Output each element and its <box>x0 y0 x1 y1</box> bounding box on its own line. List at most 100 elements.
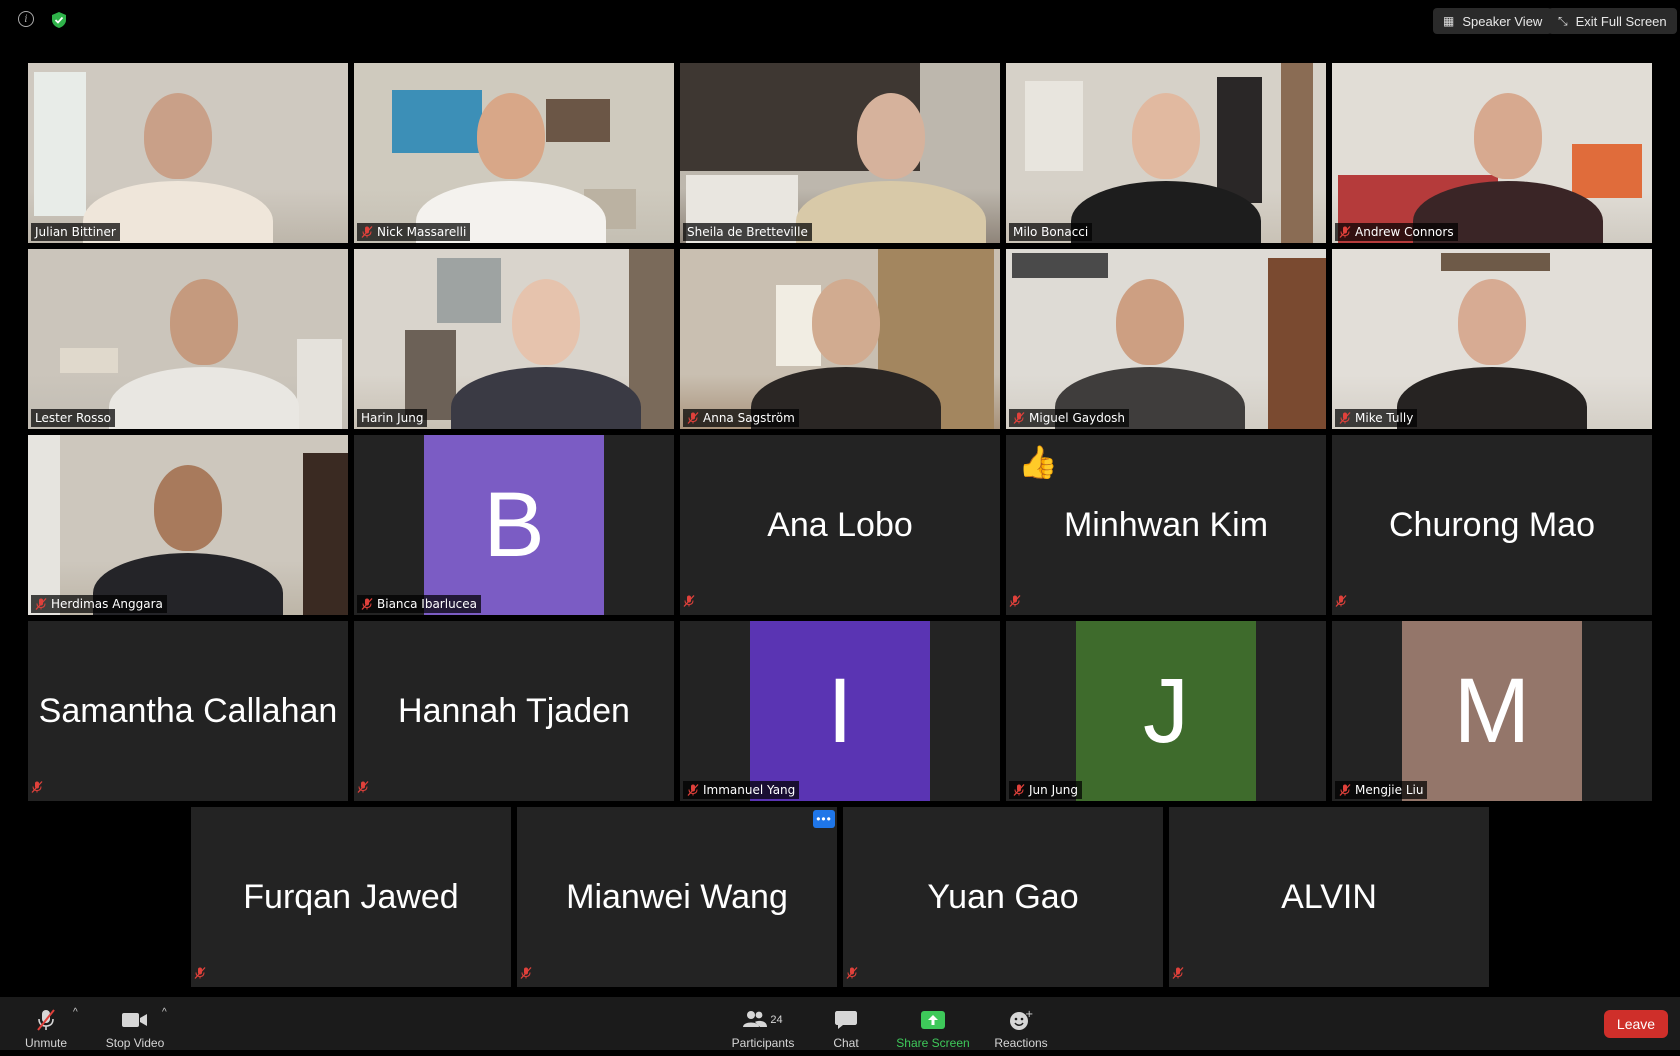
participant-tile-anna-sagstrom[interactable]: Anna Sagström <box>680 249 1000 429</box>
speaker-view-button[interactable]: ▦ Speaker View <box>1433 8 1553 34</box>
participant-name-tag: Mengjie Liu <box>1335 781 1428 799</box>
participant-tile-milo-bonacci[interactable]: Milo Bonacci <box>1006 63 1326 243</box>
background-object <box>1268 258 1326 429</box>
background-object <box>1217 77 1262 204</box>
participant-name-label: Milo Bonacci <box>1013 225 1089 239</box>
participant-name-label: Mengjie Liu <box>1355 783 1424 797</box>
participant-display-name: Ana Lobo <box>767 505 913 544</box>
video-feed <box>1332 249 1652 429</box>
participant-tile-andrew-connors[interactable]: Andrew Connors <box>1332 63 1652 243</box>
muted-microphone-icon <box>35 1008 57 1032</box>
participant-tile-samantha-callahan[interactable]: Samantha Callahan <box>28 621 348 801</box>
shield-icon[interactable] <box>50 11 68 29</box>
video-feed <box>1332 63 1652 243</box>
participant-name-label: Sheila de Bretteville <box>687 225 808 239</box>
participant-tile-jun-jung[interactable]: J Jun Jung <box>1006 621 1326 801</box>
person-head <box>1132 93 1200 179</box>
participant-tile-furqan-jawed[interactable]: Furqan Jawed <box>191 807 511 987</box>
participant-tile-harin-jung[interactable]: Harin Jung <box>354 249 674 429</box>
chat-button[interactable]: Chat <box>828 997 864 1056</box>
background-object <box>392 90 482 153</box>
participant-name-tag: Immanuel Yang <box>683 781 800 799</box>
participant-name-tag: Sheila de Bretteville <box>683 223 812 241</box>
video-feed <box>354 63 674 243</box>
participant-tile-immanuel-yang[interactable]: I Immanuel Yang <box>680 621 1000 801</box>
participant-name-tag: Anna Sagström <box>683 409 799 427</box>
participant-name-tag: Nick Massarelli <box>357 223 471 241</box>
participant-name-tag: Julian Bittiner <box>31 223 120 241</box>
muted-microphone-icon <box>1013 784 1025 796</box>
video-feed <box>1006 63 1326 243</box>
video-options-chevron-icon[interactable]: ^ <box>162 1007 167 1018</box>
avatar: M <box>1402 621 1582 801</box>
exit-full-screen-button[interactable]: ⤡ Exit Full Screen <box>1548 8 1677 34</box>
participant-tile-alvin[interactable]: ALVIN <box>1169 807 1489 987</box>
muted-microphone-icon <box>1172 966 1184 984</box>
muted-microphone-icon <box>846 966 858 984</box>
muted-microphone-icon <box>361 226 373 238</box>
background-object <box>1012 252 1109 278</box>
muted-microphone-icon <box>35 598 47 610</box>
participant-name-label: Nick Massarelli <box>377 225 467 239</box>
participant-name-label: Immanuel Yang <box>703 783 796 797</box>
participant-tile-minhwan-kim[interactable]: Minhwan Kim 👍 <box>1006 435 1326 615</box>
participant-tile-julian-bittiner[interactable]: Julian Bittiner <box>28 63 348 243</box>
person-head <box>170 279 238 365</box>
participant-name-tag: Milo Bonacci <box>1009 223 1093 241</box>
avatar: J <box>1076 621 1256 801</box>
chat-bubble-icon <box>835 1008 857 1032</box>
participant-display-name: Samantha Callahan <box>38 691 338 730</box>
muted-microphone-icon <box>1013 412 1025 424</box>
video-feed <box>28 435 348 615</box>
person-head <box>154 465 222 551</box>
background-object <box>405 330 457 420</box>
muted-microphone-icon <box>1009 594 1021 612</box>
participant-display-name: Churong Mao <box>1388 505 1595 544</box>
video-camera-icon <box>122 1008 148 1032</box>
smiley-add-icon: + <box>1009 1008 1033 1032</box>
participant-tile-sheila-de-bretteville[interactable]: Sheila de Bretteville <box>680 63 1000 243</box>
stop-video-button[interactable]: Stop Video <box>102 997 168 1056</box>
participants-count: 24 <box>770 1014 783 1026</box>
participant-name-tag: Jun Jung <box>1009 781 1082 799</box>
participant-name-label: Bianca Ibarlucea <box>377 597 478 611</box>
video-feed <box>28 63 348 243</box>
more-options-icon[interactable]: ••• <box>813 810 835 828</box>
background-object <box>34 72 86 216</box>
person-head <box>512 279 580 365</box>
participant-tile-mike-tully[interactable]: Mike Tully <box>1332 249 1652 429</box>
share-screen-button[interactable]: Share Screen <box>895 997 971 1056</box>
avatar: I <box>750 621 930 801</box>
audio-options-chevron-icon[interactable]: ^ <box>73 1007 78 1018</box>
participant-tile-bianca-ibarlucea[interactable]: B Bianca Ibarlucea <box>354 435 674 615</box>
muted-microphone-icon <box>357 780 369 798</box>
participant-display-name: Hannah Tjaden <box>398 691 630 730</box>
participant-tile-yuan-gao[interactable]: Yuan Gao <box>843 807 1163 987</box>
avatar: B <box>424 435 604 615</box>
thumbs-up-icon: 👍 <box>1018 444 1058 480</box>
participant-tile-hannah-tjaden[interactable]: Hannah Tjaden <box>354 621 674 801</box>
participant-tile-mianwei-wang[interactable]: Mianwei Wang ••• <box>517 807 837 987</box>
collapse-icon: ⤡ <box>1558 13 1568 28</box>
background-object <box>437 258 502 323</box>
muted-microphone-icon <box>687 412 699 424</box>
participant-tile-herdimas-anggara[interactable]: Herdimas Anggara <box>28 435 348 615</box>
participant-tile-miguel-gaydosh[interactable]: Miguel Gaydosh <box>1006 249 1326 429</box>
reactions-button[interactable]: + Reactions <box>992 997 1050 1056</box>
participant-tile-churong-mao[interactable]: Churong Mao <box>1332 435 1652 615</box>
person-body <box>109 367 299 429</box>
participants-button[interactable]: 24 Participants <box>728 997 798 1056</box>
participant-tile-lester-rosso[interactable]: Lester Rosso <box>28 249 348 429</box>
participant-tile-mengjie-liu[interactable]: M Mengjie Liu <box>1332 621 1652 801</box>
background-object <box>28 435 60 615</box>
background-object <box>1281 63 1314 243</box>
person-head <box>1458 279 1526 365</box>
leave-button[interactable]: Leave <box>1604 1010 1668 1038</box>
participant-tile-nick-massarelli[interactable]: Nick Massarelli <box>354 63 674 243</box>
participant-tile-ana-lobo[interactable]: Ana Lobo <box>680 435 1000 615</box>
top-bar: i ▦ Speaker View ⤡ Exit Full Screen <box>0 0 1680 44</box>
unmute-button[interactable]: Unmute <box>22 997 70 1056</box>
person-head <box>1116 279 1184 365</box>
participant-name-label: Lester Rosso <box>35 411 111 425</box>
info-icon[interactable]: i <box>18 11 34 27</box>
